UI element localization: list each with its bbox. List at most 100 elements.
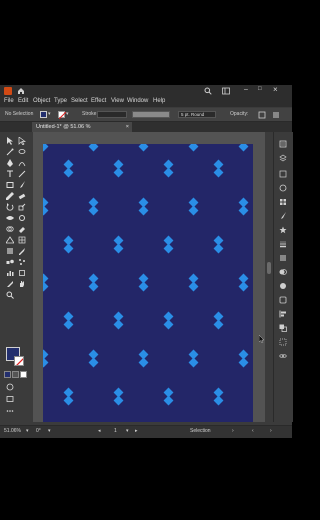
more-tools-icon[interactable] <box>6 407 14 415</box>
zoom-tool-icon[interactable] <box>6 291 14 299</box>
pattern-diamond[interactable] <box>138 281 148 291</box>
eyedropper-tool-icon[interactable] <box>18 247 26 255</box>
pattern-diamond[interactable] <box>138 205 148 215</box>
pattern-diamond[interactable] <box>163 319 173 329</box>
pattern-diamond[interactable] <box>43 357 48 367</box>
document-tab[interactable]: Untitled-1* @ 51.06 % (CMYK/Preview) × <box>32 122 132 140</box>
menu-effect[interactable]: Effect <box>91 98 106 104</box>
menu-select[interactable]: Select <box>71 98 88 104</box>
menu-window[interactable]: Window <box>127 98 148 104</box>
workspace-icon[interactable] <box>222 87 230 95</box>
screen-mode-icon[interactable] <box>6 395 14 403</box>
properties-panel-icon[interactable] <box>279 140 287 148</box>
pattern-diamond[interactable] <box>113 395 123 405</box>
pencil-tool-icon[interactable] <box>6 192 14 200</box>
expand-status-icon[interactable]: › <box>232 428 234 435</box>
scroll-left-icon[interactable]: ‹ <box>252 428 254 435</box>
menu-type[interactable]: Type <box>54 98 67 104</box>
pen-tool-icon[interactable] <box>6 159 14 167</box>
pattern-diamond[interactable] <box>88 144 98 151</box>
chevron-down-icon[interactable]: ▾ <box>48 111 51 117</box>
pattern-diamond[interactable] <box>238 144 248 151</box>
selection-tool-icon[interactable] <box>6 137 14 145</box>
gradient-panel-icon[interactable] <box>279 254 287 262</box>
lasso-tool-icon[interactable] <box>18 148 26 156</box>
graph-tool-icon[interactable] <box>6 269 14 277</box>
gradient-tool-icon[interactable] <box>6 247 14 255</box>
type-tool-icon[interactable] <box>6 170 14 178</box>
appearance-panel-icon[interactable] <box>279 282 287 290</box>
stroke-panel-icon[interactable] <box>279 240 287 248</box>
gradient-mode-button[interactable] <box>12 371 19 378</box>
pattern-diamond[interactable] <box>213 167 223 177</box>
vertical-scrollbar[interactable] <box>266 132 272 422</box>
artboard[interactable] <box>43 144 253 422</box>
pathfinder-panel-icon[interactable] <box>279 324 287 332</box>
pattern-diamond[interactable] <box>88 357 98 367</box>
fill-color-swatch[interactable] <box>40 111 47 118</box>
shape-builder-tool-icon[interactable] <box>6 225 14 233</box>
rectangle-tool-icon[interactable] <box>6 181 14 189</box>
canvas-area[interactable] <box>33 132 265 422</box>
pattern-diamond[interactable] <box>43 205 48 215</box>
chevron-down-icon[interactable]: ▾ <box>126 428 129 435</box>
magic-wand-tool-icon[interactable] <box>6 148 14 156</box>
menu-help[interactable]: Help <box>153 98 165 104</box>
variable-width-profile[interactable] <box>132 111 170 118</box>
brushes-panel-icon[interactable] <box>279 212 287 220</box>
color-panel-icon[interactable] <box>279 184 287 192</box>
eraser-tool-icon[interactable] <box>18 192 26 200</box>
pattern-diamond[interactable] <box>238 357 248 367</box>
stroke-color-box[interactable] <box>14 356 24 366</box>
pattern-diamond[interactable] <box>63 395 73 405</box>
slice-tool-icon[interactable] <box>6 280 14 288</box>
perspective-grid-tool-icon[interactable] <box>6 236 14 244</box>
pattern-diamond[interactable] <box>88 281 98 291</box>
pattern-diamond[interactable] <box>188 144 198 151</box>
pattern-diamond[interactable] <box>113 319 123 329</box>
live-paint-tool-icon[interactable] <box>18 225 26 233</box>
direct-selection-tool-icon[interactable] <box>18 137 26 145</box>
stroke-color-swatch[interactable] <box>58 111 66 119</box>
scroll-thumb[interactable] <box>267 262 271 274</box>
draw-mode-icon[interactable] <box>6 383 14 391</box>
menu-edit[interactable]: Edit <box>18 98 28 104</box>
pattern-diamond[interactable] <box>63 319 73 329</box>
pattern-diamond[interactable] <box>163 243 173 253</box>
pattern-diamond[interactable] <box>238 281 248 291</box>
align-panel-icon[interactable] <box>279 310 287 318</box>
zoom-level[interactable]: 51.06% <box>4 428 21 435</box>
chevron-down-icon[interactable]: ▾ <box>66 111 69 117</box>
blend-tool-icon[interactable] <box>6 258 14 266</box>
search-icon[interactable] <box>204 87 212 95</box>
artboard-number[interactable]: 1 <box>114 428 117 435</box>
pattern-diamond[interactable] <box>43 281 48 291</box>
transparency-panel-icon[interactable] <box>279 268 287 276</box>
pattern-diamond[interactable] <box>188 205 198 215</box>
pattern-diamond[interactable] <box>163 395 173 405</box>
none-mode-button[interactable] <box>20 371 27 378</box>
chevron-down-icon[interactable]: ▾ <box>48 428 51 435</box>
curvature-tool-icon[interactable] <box>18 159 26 167</box>
pattern-diamond[interactable] <box>213 395 223 405</box>
warp-tool-icon[interactable] <box>18 214 26 222</box>
minimize-icon[interactable]: – <box>244 86 248 93</box>
menu-view[interactable]: View <box>111 98 124 104</box>
line-tool-icon[interactable] <box>18 170 26 178</box>
graphic-styles-panel-icon[interactable] <box>279 296 287 304</box>
menu-file[interactable]: File <box>4 98 14 104</box>
pattern-diamond[interactable] <box>63 243 73 253</box>
close-tab-icon[interactable]: × <box>126 122 129 132</box>
rotate-tool-icon[interactable] <box>6 203 14 211</box>
swatches-panel-icon[interactable] <box>279 198 287 206</box>
pattern-diamond[interactable] <box>138 144 148 151</box>
scroll-right-icon[interactable]: › <box>270 428 272 435</box>
chevron-down-icon[interactable]: ▾ <box>26 428 29 435</box>
pattern-diamond[interactable] <box>113 167 123 177</box>
transform-panel-icon[interactable] <box>279 338 287 346</box>
home-icon[interactable] <box>17 87 25 95</box>
pattern-diamond[interactable] <box>63 167 73 177</box>
brush-definition-field[interactable]: 5 pt. Round <box>178 111 216 118</box>
previous-artboard-icon[interactable]: ◂ <box>98 428 101 435</box>
pattern-diamond[interactable] <box>213 243 223 253</box>
